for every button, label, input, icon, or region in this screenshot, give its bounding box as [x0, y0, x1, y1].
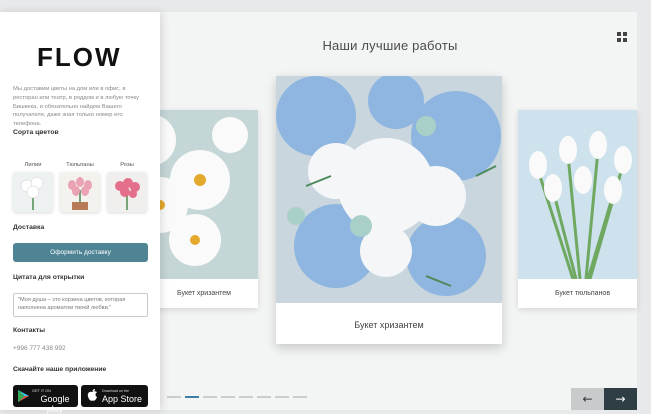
order-delivery-button[interactable]: Оформить доставку — [13, 243, 148, 262]
google-play-small-label: Get it on — [32, 389, 51, 393]
pagination-dot[interactable] — [203, 396, 217, 398]
next-arrow-button[interactable]: → — [604, 388, 637, 410]
pagination-dot[interactable] — [275, 396, 289, 398]
contacts-heading: Контакты — [13, 327, 46, 334]
gallery-card-right[interactable]: Букет тюльпанов — [518, 110, 637, 308]
section-title: Наши лучшие работы — [322, 38, 458, 53]
about-text: Мы доставим цветы на дом или в офис, в р… — [13, 86, 140, 128]
pagination-dot[interactable] — [293, 396, 307, 398]
gallery-card-center[interactable]: Букет хризантем — [276, 76, 502, 344]
pagination-dot[interactable] — [167, 396, 181, 398]
sidebar: FLOW Мы доставим цветы на дом или в офис… — [0, 12, 160, 414]
google-play-button[interactable]: Get it on Google play — [13, 385, 78, 414]
pagination-dot[interactable] — [239, 396, 253, 398]
pagination-dot[interactable] — [221, 396, 235, 398]
grid-menu-icon[interactable] — [617, 32, 627, 42]
pagination-dot[interactable] — [257, 396, 271, 398]
tulip-photo — [518, 110, 637, 279]
phone-number[interactable]: +996 777 438 992 — [13, 345, 66, 352]
variety-roses[interactable]: Розы — [107, 162, 147, 212]
card-caption: Букет хризантем — [354, 320, 424, 330]
pagination — [167, 396, 307, 398]
google-play-label: Google play — [40, 394, 70, 414]
app-store-label: App Store — [102, 394, 143, 404]
varieties-heading: Сорта цветов — [13, 129, 59, 136]
app-store-button[interactable]: Download on the App Store — [81, 385, 148, 407]
card-caption: Букет тюльпанов — [554, 290, 611, 297]
quote-input[interactable]: "Моя душа – это корзина цветов, которая … — [13, 293, 148, 317]
variety-label: Розы — [120, 162, 134, 168]
pagination-dot-active[interactable] — [185, 396, 199, 398]
rose-thumbnail — [107, 172, 147, 212]
prev-arrow-button[interactable]: ← — [571, 388, 604, 410]
variety-label: Тюльпаны — [66, 162, 94, 168]
tulip-thumbnail — [60, 172, 100, 212]
google-play-icon — [18, 390, 29, 402]
app-store-small-label: Download on the — [102, 389, 129, 393]
quote-heading: Цитата для открытки — [13, 274, 85, 281]
logo: FLOW — [37, 42, 122, 72]
lily-thumbnail — [13, 172, 53, 212]
apple-icon — [87, 389, 97, 401]
variety-label: Лилии — [24, 162, 42, 168]
bouquet-photo — [276, 76, 502, 303]
delivery-heading: Доставка — [13, 224, 45, 231]
variety-tulips[interactable]: Тюльпаны — [60, 162, 100, 212]
download-heading: Скачайте наше приложение — [13, 366, 107, 373]
variety-lilies[interactable]: Лилии — [13, 162, 53, 212]
